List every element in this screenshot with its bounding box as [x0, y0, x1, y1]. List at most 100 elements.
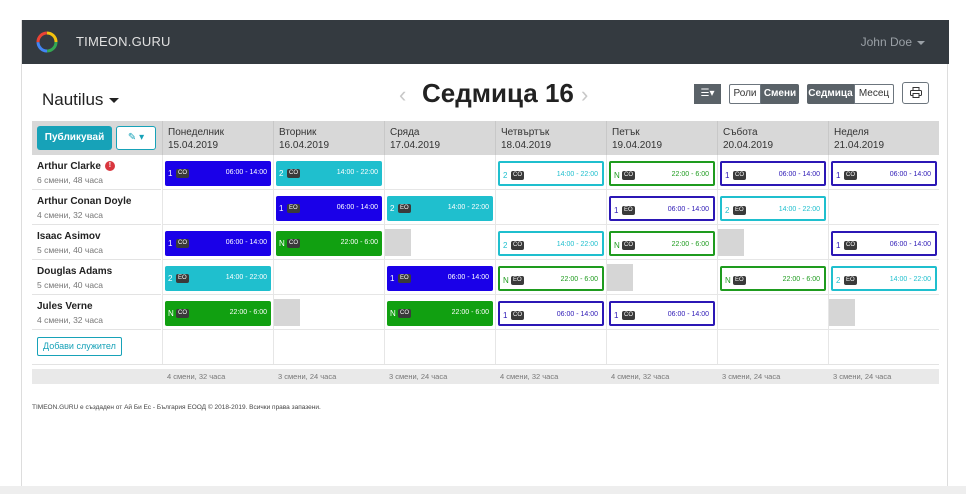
day-summary: 3 смени, 24 часа [389, 372, 448, 381]
employee-row[interactable]: Arthur Clarke! 6 смени, 48 часа [32, 155, 161, 190]
schedule-cell[interactable] [717, 295, 828, 330]
schedule-cell[interactable]: 1 EO 06:00 - 14:00 [273, 190, 384, 225]
brand-link[interactable]: TIMEON.GURU [76, 34, 171, 49]
logo-ring-icon[interactable] [35, 30, 59, 54]
month-toggle[interactable]: Месец [854, 84, 894, 104]
schedule-cell[interactable] [606, 260, 717, 295]
add-row-separator [273, 330, 274, 364]
schedule-cell[interactable]: 2 EO 14:00 - 22:00 [162, 260, 273, 295]
schedule-cell[interactable]: 2 EO 14:00 - 22:00 [828, 260, 939, 295]
day-date: 18.04.2019 [501, 140, 552, 151]
schedule-cell[interactable]: 1 CO 06:00 - 14:00 [162, 155, 273, 190]
shift-block[interactable]: 2 CO 14:00 - 22:00 [498, 231, 604, 256]
shift-tag: CO [287, 169, 300, 178]
shifts-toggle[interactable]: Смени [761, 84, 799, 104]
shift-block[interactable]: 1 EO 06:00 - 14:00 [276, 196, 382, 221]
schedule-cell[interactable]: 1 CO 06:00 - 14:00 [606, 295, 717, 330]
day-date: 21.04.2019 [834, 140, 885, 151]
employee-info: 5 смени, 40 часа [37, 280, 104, 290]
schedule-cell[interactable]: N EO 22:00 - 6:00 [717, 260, 828, 295]
schedule-cell[interactable]: 1 CO 06:00 - 14:00 [828, 225, 939, 260]
shift-block[interactable]: 1 CO 06:00 - 14:00 [165, 231, 271, 256]
print-button[interactable] [902, 82, 929, 104]
schedule-cell[interactable]: 1 CO 06:00 - 14:00 [717, 155, 828, 190]
schedule-cell[interactable]: N CO 22:00 - 6:00 [606, 225, 717, 260]
shift-time: 14:00 - 22:00 [447, 204, 489, 211]
employee-row[interactable]: Isaac Asimov 5 смени, 40 часа [32, 225, 161, 260]
shift-number: N [725, 276, 731, 285]
shift-block[interactable]: N CO 22:00 - 6:00 [165, 301, 271, 326]
shift-time: 06:00 - 14:00 [889, 171, 931, 178]
employee-info: 4 смени, 32 часа [37, 315, 104, 325]
shift-number: N [168, 309, 174, 318]
shift-block[interactable]: 1 EO 06:00 - 14:00 [387, 266, 493, 291]
schedule-cell[interactable] [495, 190, 606, 225]
employee-row[interactable]: Arthur Conan Doyle 4 смени, 32 часа [32, 190, 161, 225]
schedule-cell[interactable]: 2 CO 14:00 - 22:00 [495, 225, 606, 260]
schedule-cell[interactable]: N CO 22:00 - 6:00 [606, 155, 717, 190]
prev-week-icon[interactable]: ‹ [399, 82, 406, 108]
shift-block[interactable]: N EO 22:00 - 6:00 [720, 266, 826, 291]
schedule-cell[interactable]: 2 CO 14:00 - 22:00 [495, 155, 606, 190]
schedule-cell[interactable]: 2 EO 14:00 - 22:00 [384, 190, 495, 225]
day-date: 19.04.2019 [612, 140, 663, 151]
schedule-cell[interactable] [273, 295, 384, 330]
shift-number: 1 [168, 239, 173, 248]
shift-block[interactable]: 1 CO 06:00 - 14:00 [498, 301, 604, 326]
schedule-cell[interactable] [162, 190, 273, 225]
schedule-cell[interactable]: 1 CO 06:00 - 14:00 [495, 295, 606, 330]
user-menu[interactable]: John Doe [861, 35, 925, 49]
shift-block[interactable]: 1 CO 06:00 - 14:00 [831, 161, 937, 186]
schedule-cell[interactable]: 2 CO 14:00 - 22:00 [273, 155, 384, 190]
shift-block[interactable]: 1 CO 06:00 - 14:00 [831, 231, 937, 256]
shift-block[interactable]: 2 CO 14:00 - 22:00 [276, 161, 382, 186]
week-toggle[interactable]: Седмица [807, 84, 854, 104]
schedule-cell[interactable]: N CO 22:00 - 6:00 [273, 225, 384, 260]
shift-time: 06:00 - 14:00 [556, 311, 598, 318]
shift-block[interactable]: N EO 22:00 - 6:00 [498, 266, 604, 291]
shift-block[interactable]: 2 EO 14:00 - 22:00 [720, 196, 826, 221]
schedule-cell[interactable] [384, 225, 495, 260]
shift-block[interactable]: N CO 22:00 - 6:00 [387, 301, 493, 326]
shift-block[interactable]: N CO 22:00 - 6:00 [609, 231, 715, 256]
schedule-cell[interactable] [717, 225, 828, 260]
list-view-button[interactable]: ☰▾ [694, 84, 721, 104]
shift-tag: EO [176, 274, 189, 283]
schedule-cell[interactable]: N EO 22:00 - 6:00 [495, 260, 606, 295]
shift-tag: CO [622, 171, 635, 180]
shift-number: 2 [503, 171, 508, 180]
schedule-cell[interactable] [828, 190, 939, 225]
next-week-icon[interactable]: › [581, 82, 588, 108]
shift-block[interactable]: 1 EO 06:00 - 14:00 [609, 196, 715, 221]
schedule-cell[interactable]: N CO 22:00 - 6:00 [384, 295, 495, 330]
roles-toggle[interactable]: Роли [729, 84, 761, 104]
shift-time: 14:00 - 22:00 [778, 206, 820, 213]
shift-block[interactable]: N CO 22:00 - 6:00 [276, 231, 382, 256]
copyright-text: TIMEON.GURU е създаден от Ай Би Ес - Бъл… [32, 404, 321, 411]
schedule-cell[interactable]: 2 EO 14:00 - 22:00 [717, 190, 828, 225]
shift-block[interactable]: 2 CO 14:00 - 22:00 [498, 161, 604, 186]
shift-block[interactable]: 2 EO 14:00 - 22:00 [165, 266, 271, 291]
add-employee-button[interactable]: Добави служител [37, 337, 122, 356]
shift-block[interactable]: 2 EO 14:00 - 22:00 [387, 196, 493, 221]
schedule-cell[interactable]: N CO 22:00 - 6:00 [162, 295, 273, 330]
schedule-cell[interactable] [828, 295, 939, 330]
schedule-cell[interactable]: 1 CO 06:00 - 14:00 [828, 155, 939, 190]
schedule-cell[interactable]: 1 EO 06:00 - 14:00 [384, 260, 495, 295]
shift-block[interactable]: 1 CO 06:00 - 14:00 [720, 161, 826, 186]
schedule-cell[interactable]: 1 EO 06:00 - 14:00 [606, 190, 717, 225]
employee-row[interactable]: Douglas Adams 5 смени, 40 часа [32, 260, 161, 295]
publish-button[interactable]: Публикувай [37, 126, 112, 150]
shift-time: 06:00 - 14:00 [225, 169, 267, 176]
add-row-separator [162, 330, 163, 364]
shift-block[interactable]: 2 EO 14:00 - 22:00 [831, 266, 937, 291]
schedule-cell[interactable]: 1 CO 06:00 - 14:00 [162, 225, 273, 260]
shift-block[interactable]: 1 CO 06:00 - 14:00 [165, 161, 271, 186]
employee-row[interactable]: Jules Verne 4 смени, 32 часа [32, 295, 161, 330]
schedule-cell[interactable] [273, 260, 384, 295]
shift-block[interactable]: 1 CO 06:00 - 14:00 [609, 301, 715, 326]
schedule-cell[interactable] [384, 155, 495, 190]
org-selector[interactable]: Nautilus [42, 90, 120, 110]
shift-block[interactable]: N CO 22:00 - 6:00 [609, 161, 715, 186]
auto-assign-button[interactable]: ✎ ▾ [116, 126, 156, 150]
